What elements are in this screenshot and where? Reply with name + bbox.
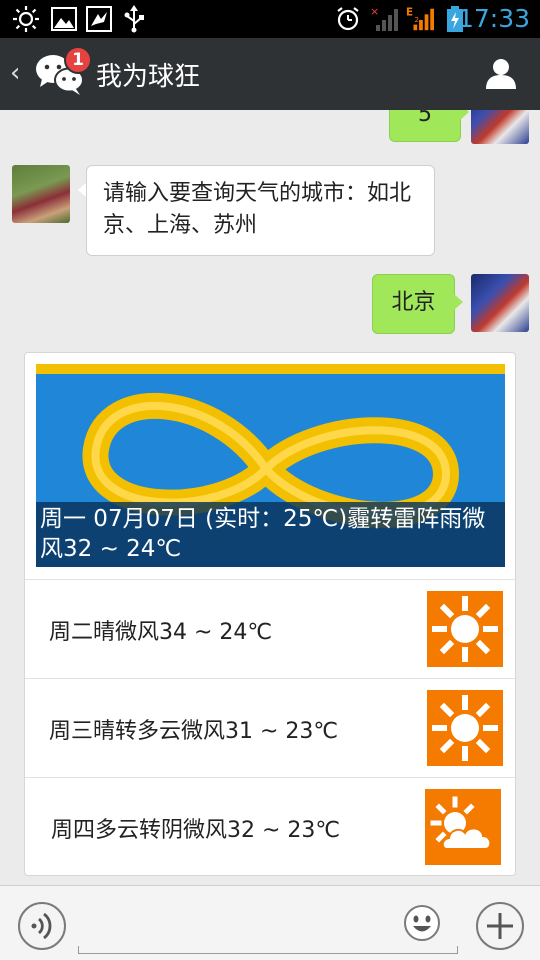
status-bar: × E2 17:33 bbox=[0, 0, 540, 38]
message-bubble-me[interactable]: 北京 bbox=[372, 274, 455, 334]
image-icon bbox=[50, 5, 78, 33]
user-profile-icon[interactable] bbox=[484, 56, 518, 90]
input-bar bbox=[0, 885, 540, 960]
weather-day-row[interactable]: 周二晴微风34 ~ 24℃ bbox=[25, 579, 515, 678]
weather-hero-item[interactable]: 周一 07月07日 (实时：25℃)霾转雷阵雨微风32 ~ 24℃ bbox=[36, 364, 505, 567]
brightness-icon bbox=[12, 5, 40, 33]
alarm-icon bbox=[334, 5, 362, 33]
sunny-icon bbox=[427, 690, 503, 766]
weather-day-text: 周三晴转多云微风31 ~ 23℃ bbox=[49, 719, 339, 744]
svg-text:×: × bbox=[370, 5, 379, 18]
message-text: 5 bbox=[418, 110, 432, 127]
voice-icon[interactable] bbox=[18, 902, 66, 950]
no-signal-icon: × bbox=[370, 5, 398, 33]
avatar-me[interactable] bbox=[471, 110, 529, 144]
avatar-me[interactable] bbox=[471, 274, 529, 332]
message-text: 北京 bbox=[391, 290, 436, 315]
bird-icon bbox=[85, 5, 113, 33]
sunny-icon bbox=[427, 591, 503, 667]
message-bubble-other[interactable]: 请输入要查询天气的城市：如北京、上海、苏州 bbox=[86, 165, 435, 256]
network-label: E bbox=[406, 6, 413, 18]
bubble-tail bbox=[454, 294, 463, 310]
weather-news-card[interactable]: 周一 07月07日 (实时：25℃)霾转雷阵雨微风32 ~ 24℃ 周二晴微风3… bbox=[24, 352, 516, 876]
chat-title: 我为球狂 bbox=[96, 62, 201, 92]
bubble-tail bbox=[460, 110, 469, 120]
header-bar: ‹ 1 我为球狂 bbox=[0, 38, 540, 110]
unread-badge: 1 bbox=[64, 46, 92, 74]
plus-icon[interactable] bbox=[476, 902, 524, 950]
back-arrow-icon[interactable]: ‹ bbox=[10, 58, 20, 88]
message-input[interactable] bbox=[78, 946, 458, 954]
weather-day-row[interactable]: 周三晴转多云微风31 ~ 23℃ bbox=[25, 678, 515, 777]
clock-time: 17:33 bbox=[457, 4, 530, 33]
partly-cloudy-icon bbox=[425, 789, 501, 865]
message-bubble-me[interactable]: 5 bbox=[389, 110, 461, 142]
sim-label: 2 bbox=[414, 15, 419, 24]
weather-day-text: 周四多云转阴微风32 ~ 23℃ bbox=[51, 818, 341, 843]
chat-area[interactable]: 5 请输入要查询天气的城市：如北京、上海、苏州 北京 周一 07月07日 (实时… bbox=[0, 110, 540, 885]
weather-day-row[interactable]: 周四多云转阴微风32 ~ 23℃ bbox=[25, 777, 515, 875]
emoji-icon[interactable] bbox=[403, 904, 441, 942]
signal-icon: E2 bbox=[406, 5, 434, 33]
hero-caption: 周一 07月07日 (实时：25℃)霾转雷阵雨微风32 ~ 24℃ bbox=[36, 502, 505, 567]
message-text: 请输入要查询天气的城市：如北京、上海、苏州 bbox=[103, 181, 412, 238]
usb-icon bbox=[120, 5, 148, 33]
weather-day-text: 周二晴微风34 ~ 24℃ bbox=[49, 620, 273, 645]
avatar-other[interactable] bbox=[12, 165, 70, 223]
